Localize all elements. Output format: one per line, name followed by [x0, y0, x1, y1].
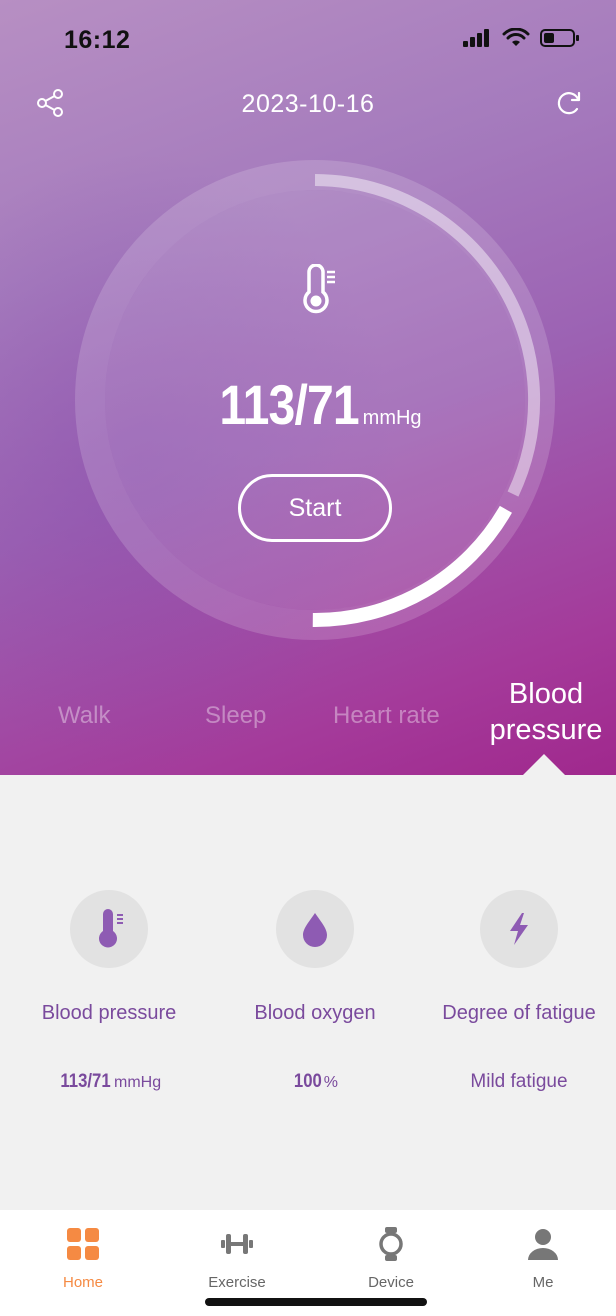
nav-device[interactable]: Device: [336, 1226, 446, 1291]
signal-icon: [463, 29, 489, 47]
tab-blood-pressure-line1: Blood: [508, 678, 584, 710]
metric-blood-oxygen[interactable]: Blood oxygen 100%: [212, 890, 418, 1093]
metric-value-number: 113/71: [60, 1071, 111, 1092]
tab-sleep[interactable]: Sleep: [205, 702, 266, 730]
metric-value-unit: mmHg: [113, 1074, 162, 1091]
battery-icon: [540, 29, 579, 47]
tab-heart-rate[interactable]: Heart rate: [333, 702, 440, 730]
metric-fatigue[interactable]: Degree of fatigue Mild fatigue: [416, 890, 616, 1093]
tab-blood-pressure[interactable]: Blood pressure: [482, 676, 610, 748]
blood-pressure-reading: 113/71 mmHg: [75, 372, 555, 437]
tab-blood-pressure-line2: pressure: [489, 714, 603, 746]
metric-label: Degree of fatigue: [442, 1002, 596, 1024]
metric-value: 113/71 mmHg: [6, 1071, 212, 1093]
drop-icon: [303, 913, 327, 947]
home-indicator: [205, 1298, 427, 1306]
dumbbell-icon: [221, 1234, 253, 1254]
metric-value: Mild fatigue: [470, 1071, 568, 1092]
nav-me[interactable]: Me: [488, 1226, 598, 1291]
metric-value: 100%: [212, 1071, 418, 1093]
home-grid-icon: [67, 1228, 99, 1260]
reading-unit: mmHg: [362, 407, 422, 429]
metric-value-number: 100: [293, 1071, 322, 1092]
thermometer-icon: [289, 264, 341, 316]
refresh-icon: [557, 91, 581, 115]
hero-panel: 16:12 2023-10-16 113/71 mmHg Start Walk …: [0, 0, 616, 775]
refresh-button[interactable]: [552, 86, 586, 120]
thermometer-icon: [99, 909, 123, 948]
tab-walk[interactable]: Walk: [58, 702, 110, 730]
wifi-icon: [502, 28, 530, 46]
measurement-ring: 113/71 mmHg Start: [75, 160, 555, 640]
nav-exercise[interactable]: Exercise: [182, 1226, 292, 1291]
nav-home-label: Home: [62, 1274, 103, 1291]
nav-me-label: Me: [532, 1274, 554, 1291]
lightning-icon: [510, 913, 528, 945]
status-time: 16:12: [64, 26, 131, 54]
watch-icon: [379, 1227, 403, 1261]
start-button[interactable]: Start: [238, 474, 392, 542]
person-icon: [528, 1229, 558, 1260]
nav-exercise-label: Exercise: [208, 1274, 266, 1291]
metric-value-unit: %: [323, 1074, 338, 1091]
metrics-row: Blood pressure 113/71 mmHg Blood oxygen 1…: [0, 890, 616, 1110]
metric-label: Blood pressure: [41, 1002, 177, 1024]
metric-blood-pressure[interactable]: Blood pressure 113/71 mmHg: [6, 890, 212, 1093]
reading-value: 113/71: [219, 373, 360, 436]
active-tab-pointer: [522, 754, 566, 776]
nav-home[interactable]: Home: [28, 1226, 138, 1291]
status-icons: [462, 28, 580, 48]
metric-label: Blood oxygen: [254, 1002, 376, 1024]
status-bar: 16:12: [0, 0, 616, 84]
date-title[interactable]: 2023-10-16: [0, 90, 616, 119]
nav-device-label: Device: [368, 1274, 414, 1291]
